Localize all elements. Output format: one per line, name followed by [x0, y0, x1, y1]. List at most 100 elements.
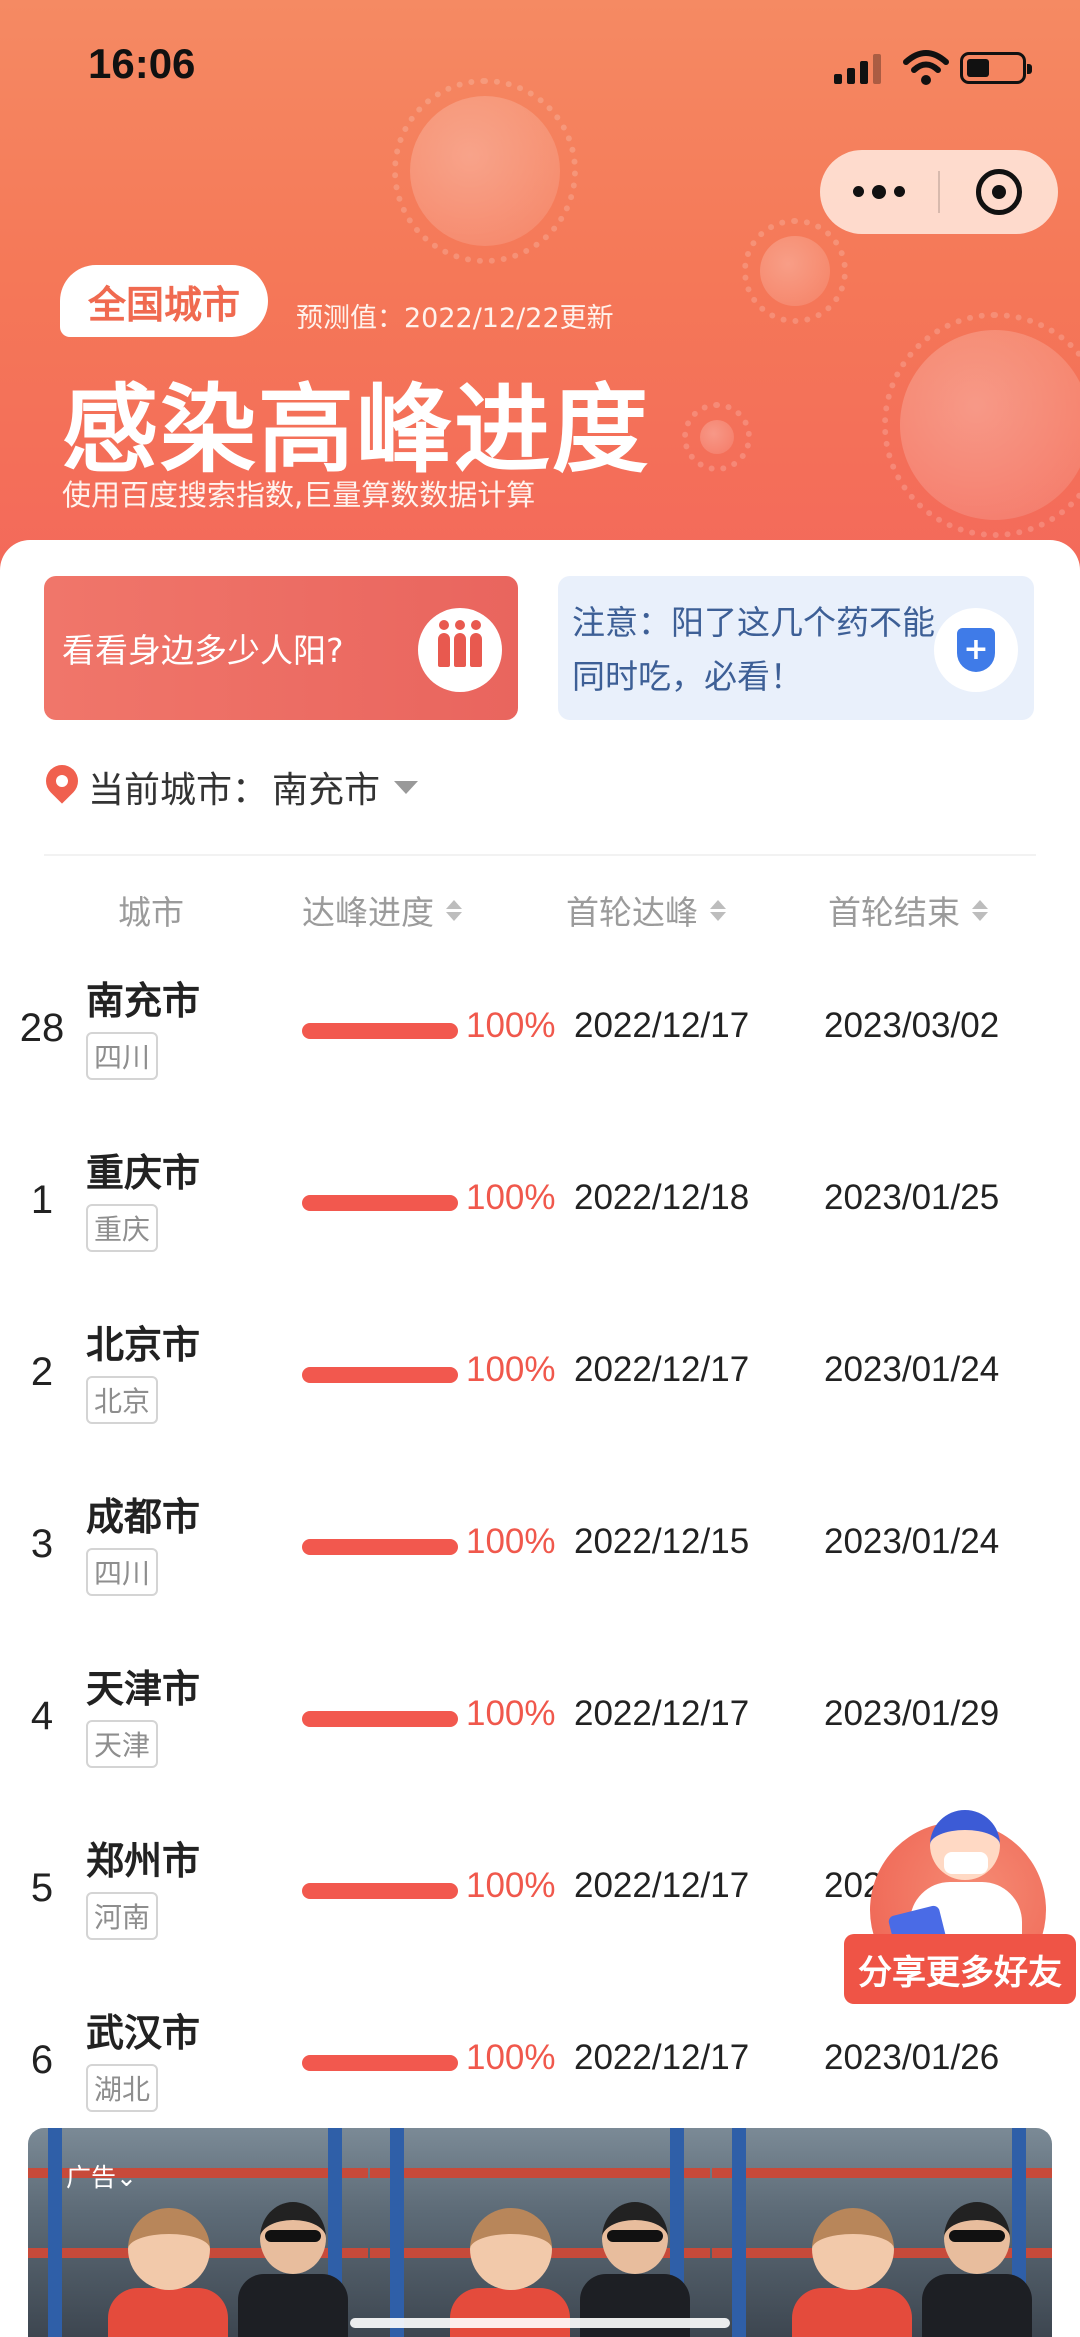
- progress-bar: [302, 1023, 458, 1039]
- more-menu-button[interactable]: [820, 184, 938, 199]
- city-name: 郑州市: [86, 1839, 201, 1883]
- city-name: 天津市: [86, 1667, 201, 1711]
- sort-icon: [710, 899, 726, 921]
- rank-number: 6: [30, 2038, 54, 2082]
- chevron-down-icon: [394, 780, 419, 794]
- progress-bar: [302, 1367, 458, 1383]
- city-selector-value: 南充市: [272, 770, 381, 811]
- peak-date: 2022/12/17: [574, 1694, 750, 1733]
- ad-frame: [712, 2128, 1052, 2337]
- people-icon: [418, 608, 502, 692]
- progress-bar: [302, 1711, 458, 1727]
- table-row[interactable]: 3 成都市 四川 100% 2022/12/15 2023/01/24: [0, 1476, 1080, 1648]
- province-tag: 重庆: [86, 1204, 159, 1252]
- progress-percent: 100%: [466, 1694, 556, 1733]
- column-header-progress-label: 达峰进度: [302, 893, 434, 932]
- end-date: 2023/01/24: [824, 1522, 1000, 1561]
- progress-percent: 100%: [466, 2038, 556, 2077]
- content-card: 看看身边多少人阳? 注意：阳了这几个药不能同时吃，必看！ + 当前城市： 南充市…: [0, 540, 1080, 2337]
- end-date: 2023/03/02: [824, 1006, 1000, 1045]
- rank-number: 1: [30, 1178, 54, 1222]
- table-row[interactable]: 1 重庆市 重庆 100% 2022/12/18 2023/01/25: [0, 1132, 1080, 1304]
- status-time: 16:06: [88, 40, 196, 87]
- city-selector-label: 当前城市：: [88, 770, 269, 811]
- progress-bar: [302, 1195, 458, 1211]
- end-date: 2023/01/24: [824, 1350, 1000, 1389]
- progress-percent: 100%: [466, 1866, 556, 1905]
- rank-number: 3: [30, 1522, 54, 1566]
- sort-icon: [972, 899, 988, 921]
- column-header-progress[interactable]: 达峰进度: [302, 880, 462, 940]
- ad-label[interactable]: 广告⌄: [66, 2158, 137, 2194]
- peak-date: 2022/12/17: [574, 1866, 750, 1905]
- city-selector[interactable]: 当前城市： 南充市: [44, 762, 419, 812]
- sort-icon: [446, 899, 462, 921]
- share-floating-button[interactable]: 分享更多好友: [844, 1800, 1080, 2010]
- home-indicator: [350, 2318, 730, 2328]
- peak-date: 2022/12/15: [574, 1522, 750, 1561]
- ad-banner[interactable]: 广告⌄: [28, 2128, 1052, 2337]
- miniprogram-capsule: [820, 150, 1058, 234]
- end-date: 2023/01/26: [824, 2038, 1000, 2077]
- city-name: 重庆市: [86, 1151, 201, 1195]
- share-button-label[interactable]: 分享更多好友: [844, 1934, 1076, 2004]
- predict-update-text: 预测值：2022/12/22更新: [296, 303, 614, 334]
- column-header-peak-label: 首轮达峰: [566, 893, 698, 932]
- peak-date: 2022/12/17: [574, 1350, 750, 1389]
- page-subtitle: 使用百度搜索指数,巨量算数数据计算: [62, 478, 536, 512]
- table-row[interactable]: 4 天津市 天津 100% 2022/12/17 2023/01/29: [0, 1648, 1080, 1820]
- province-tag: 四川: [86, 1032, 159, 1080]
- header-banner: 16:06 全国城市 预测值：2022/12/22更新 感染高峰进度 使用百度搜…: [0, 0, 1080, 600]
- status-bar: 16:06: [0, 0, 1080, 130]
- peak-date: 2022/12/17: [574, 1006, 750, 1045]
- location-pin-icon: [44, 765, 80, 809]
- province-tag: 北京: [86, 1376, 159, 1424]
- table-row[interactable]: 2 北京市 北京 100% 2022/12/17 2023/01/24: [0, 1304, 1080, 1476]
- end-date: 2023/01/29: [824, 1694, 1000, 1733]
- nearby-positive-text: 看看身边多少人阳?: [62, 631, 344, 670]
- medicine-notice-text: 注意：阳了这几个药不能同时吃，必看！: [572, 603, 935, 696]
- progress-percent: 100%: [466, 1178, 556, 1217]
- progress-percent: 100%: [466, 1350, 556, 1389]
- city-name: 南充市: [86, 979, 201, 1023]
- city-name: 北京市: [86, 1323, 201, 1367]
- wifi-icon: [903, 50, 949, 85]
- province-tag: 河南: [86, 1892, 159, 1940]
- column-header-end[interactable]: 首轮结束: [828, 880, 988, 940]
- page-title: 感染高峰进度: [62, 374, 650, 486]
- city-name: 成都市: [86, 1495, 201, 1539]
- province-tag: 天津: [86, 1720, 159, 1768]
- close-miniprogram-button[interactable]: [940, 169, 1058, 215]
- end-date: 2023/01/25: [824, 1178, 1000, 1217]
- rank-number: 4: [30, 1694, 54, 1738]
- column-header-city: 城市: [118, 880, 184, 940]
- ad-frame: [370, 2128, 710, 2337]
- virus-decoration: [742, 218, 848, 324]
- virus-decoration: [682, 402, 752, 472]
- progress-bar: [302, 2055, 458, 2071]
- table-row[interactable]: 28 南充市 四川 100% 2022/12/17 2023/03/02: [0, 960, 1080, 1132]
- progress-percent: 100%: [466, 1006, 556, 1045]
- virus-decoration: [882, 312, 1080, 538]
- battery-icon: [960, 52, 1032, 84]
- province-tag: 湖北: [86, 2064, 159, 2112]
- rank-number: 2: [30, 1350, 54, 1394]
- divider: [44, 854, 1036, 856]
- nearby-positive-banner[interactable]: 看看身边多少人阳?: [44, 576, 518, 720]
- shield-plus-icon: +: [934, 608, 1018, 692]
- rank-number: 28: [19, 1006, 65, 1050]
- cellular-signal-icon: [834, 54, 881, 84]
- scope-tab[interactable]: 全国城市: [60, 265, 269, 337]
- peak-date: 2022/12/17: [574, 2038, 750, 2077]
- peak-date: 2022/12/18: [574, 1178, 750, 1217]
- medicine-notice-banner[interactable]: 注意：阳了这几个药不能同时吃，必看！ +: [558, 576, 1034, 720]
- province-tag: 四川: [86, 1548, 159, 1596]
- column-header-city-label: 城市: [118, 893, 184, 932]
- rank-number: 5: [30, 1866, 54, 1910]
- column-header-end-label: 首轮结束: [828, 893, 960, 932]
- column-header-peak[interactable]: 首轮达峰: [566, 880, 726, 940]
- progress-bar: [302, 1539, 458, 1555]
- city-name: 武汉市: [86, 2011, 201, 2055]
- doctor-mask: [944, 1852, 988, 1874]
- progress-percent: 100%: [466, 1522, 556, 1561]
